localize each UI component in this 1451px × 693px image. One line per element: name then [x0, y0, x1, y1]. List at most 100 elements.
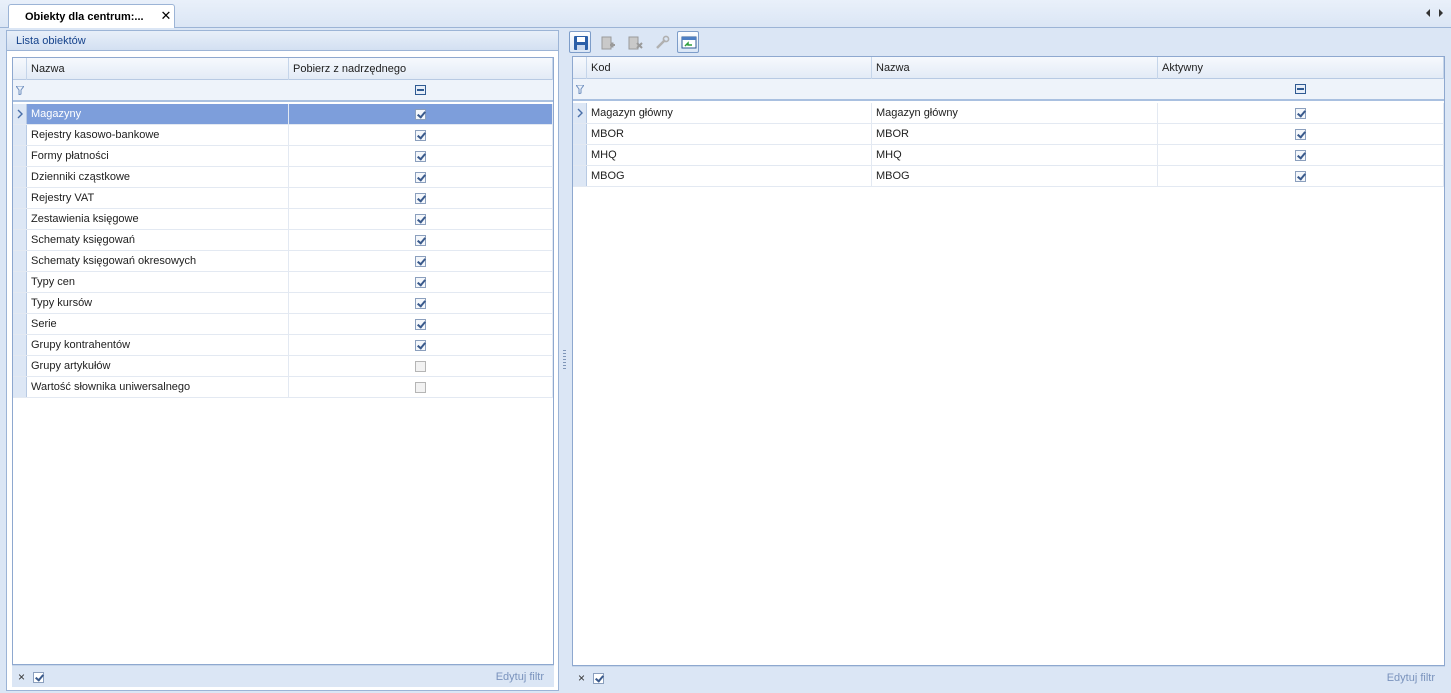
row-indicator[interactable] [13, 167, 27, 187]
column-header-nazwa[interactable]: Nazwa [27, 58, 289, 80]
refresh-view-button[interactable] [677, 31, 699, 53]
table-row[interactable]: Grupy artykułów [13, 356, 553, 377]
column-header-pobierz[interactable]: Pobierz z nadrzędnego [289, 58, 553, 80]
tab-obiekty-dla-centrum[interactable]: Obiekty dla centrum:... ✕ [8, 4, 175, 28]
close-icon[interactable]: ✕ [160, 9, 172, 23]
table-row[interactable]: Grupy kontrahentów [13, 335, 553, 356]
filter-checkbox-icon[interactable] [415, 85, 426, 95]
pobierz-checkbox[interactable] [415, 109, 426, 120]
row-indicator[interactable] [13, 125, 27, 145]
add-button[interactable] [596, 31, 618, 53]
aktywny-checkbox[interactable] [1295, 108, 1306, 119]
cell-nazwa: MBOR [872, 124, 1158, 144]
table-row[interactable]: MHQ MHQ [573, 145, 1444, 166]
filter-icon [576, 85, 584, 94]
column-header-aktywny[interactable]: Aktywny [1158, 57, 1444, 79]
pobierz-checkbox[interactable] [415, 130, 426, 141]
row-indicator[interactable] [573, 145, 587, 165]
pobierz-checkbox[interactable] [415, 361, 426, 372]
filter-checkbox-icon[interactable] [1295, 84, 1306, 94]
cell-pobierz [289, 146, 553, 166]
document-tabstrip: Obiekty dla centrum:... ✕ [0, 0, 1451, 28]
row-indicator[interactable] [13, 314, 27, 334]
row-indicator[interactable] [13, 230, 27, 250]
pobierz-checkbox[interactable] [415, 193, 426, 204]
edit-filter-link[interactable]: Edytuj filtr [1387, 672, 1435, 684]
remove-button[interactable] [623, 31, 645, 53]
cell-pobierz [289, 230, 553, 250]
cell-pobierz [289, 251, 553, 271]
cell-nazwa: Magazyny [27, 104, 289, 124]
cell-pobierz [289, 209, 553, 229]
objects-grid: Nazwa Pobierz z nadrzędnego Magazyny Reje… [12, 57, 554, 665]
row-indicator-header [13, 58, 27, 80]
panel-title: Lista obiektów [16, 35, 86, 47]
row-indicator[interactable] [13, 293, 27, 313]
aktywny-checkbox[interactable] [1295, 171, 1306, 182]
aktywny-checkbox[interactable] [1295, 150, 1306, 161]
row-indicator[interactable] [13, 146, 27, 166]
table-row[interactable]: Magazyny [13, 104, 553, 125]
clear-filter-icon[interactable]: × [18, 670, 25, 684]
pobierz-checkbox[interactable] [415, 340, 426, 351]
table-row[interactable]: Typy kursów [13, 293, 553, 314]
cell-pobierz [289, 314, 553, 334]
filter-enabled-checkbox[interactable] [33, 672, 44, 683]
table-row[interactable]: Dzienniki cząstkowe [13, 167, 553, 188]
cell-nazwa: Dzienniki cząstkowe [27, 167, 289, 187]
table-row[interactable]: Formy płatności [13, 146, 553, 167]
row-indicator[interactable] [573, 166, 587, 186]
table-row[interactable]: MBOG MBOG [573, 166, 1444, 187]
table-row[interactable]: Zestawienia księgowe [13, 209, 553, 230]
table-row[interactable]: Typy cen [13, 272, 553, 293]
row-indicator[interactable] [573, 124, 587, 144]
table-row[interactable]: MBOR MBOR [573, 124, 1444, 145]
aktywny-checkbox[interactable] [1295, 129, 1306, 140]
pobierz-checkbox[interactable] [415, 277, 426, 288]
pobierz-checkbox[interactable] [415, 382, 426, 393]
filter-enabled-checkbox[interactable] [593, 673, 604, 684]
cell-nazwa: Formy płatności [27, 146, 289, 166]
cell-nazwa: Typy cen [27, 272, 289, 292]
pobierz-checkbox[interactable] [415, 319, 426, 330]
cell-kod: MHQ [587, 145, 872, 165]
table-row[interactable]: Rejestry kasowo-bankowe [13, 125, 553, 146]
scroll-right-icon[interactable] [1437, 8, 1445, 18]
column-header-kod[interactable]: Kod [587, 57, 872, 79]
row-indicator[interactable] [13, 104, 27, 124]
table-row[interactable]: Wartość słownika uniwersalnego [13, 377, 553, 398]
row-indicator[interactable] [13, 188, 27, 208]
filter-row[interactable] [13, 80, 553, 102]
row-indicator[interactable] [13, 356, 27, 376]
table-row[interactable]: Schematy księgowań [13, 230, 553, 251]
edit-filter-link[interactable]: Edytuj filtr [496, 671, 544, 683]
pobierz-checkbox[interactable] [415, 172, 426, 183]
toolbar [568, 28, 1449, 56]
table-row[interactable]: Serie [13, 314, 553, 335]
table-row[interactable]: Rejestry VAT [13, 188, 553, 209]
scroll-left-icon[interactable] [1424, 8, 1432, 18]
cell-kod: MBOG [587, 166, 872, 186]
pobierz-checkbox[interactable] [415, 256, 426, 267]
row-indicator[interactable] [13, 209, 27, 229]
cell-nazwa: Rejestry VAT [27, 188, 289, 208]
row-indicator[interactable] [13, 251, 27, 271]
column-header-nazwa[interactable]: Nazwa [872, 57, 1158, 79]
row-indicator[interactable] [13, 377, 27, 397]
pobierz-checkbox[interactable] [415, 151, 426, 162]
pobierz-checkbox[interactable] [415, 235, 426, 246]
table-row[interactable]: Magazyn główny Magazyn główny [573, 103, 1444, 124]
table-row[interactable]: Schematy księgowań okresowych [13, 251, 553, 272]
cell-nazwa: Schematy księgowań okresowych [27, 251, 289, 271]
row-indicator[interactable] [573, 103, 587, 123]
filter-row[interactable] [573, 79, 1444, 101]
row-indicator[interactable] [13, 272, 27, 292]
clear-filter-icon[interactable]: × [578, 671, 585, 685]
cell-pobierz [289, 377, 553, 397]
row-indicator[interactable] [13, 335, 27, 355]
pobierz-checkbox[interactable] [415, 214, 426, 225]
pobierz-checkbox[interactable] [415, 298, 426, 309]
splitter-handle[interactable] [563, 350, 566, 370]
settings-button[interactable] [650, 31, 672, 53]
save-button[interactable] [569, 31, 591, 53]
